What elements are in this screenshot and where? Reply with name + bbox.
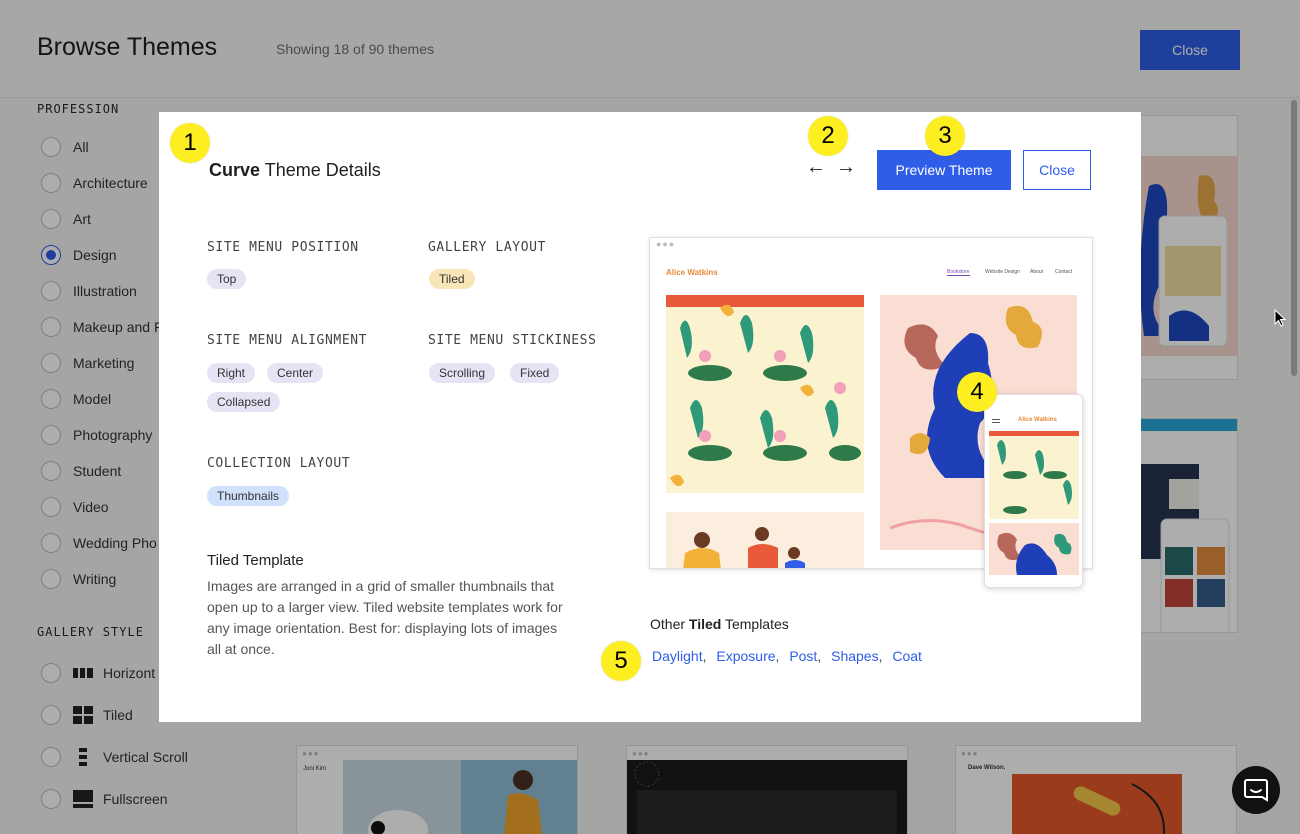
other-title-layout: Tiled	[688, 616, 722, 632]
chip-collapsed: Collapsed	[207, 392, 281, 412]
chat-support-button[interactable]	[1232, 766, 1280, 814]
annotation-badge-1: 1	[170, 123, 210, 163]
modal-close-button[interactable]: Close	[1023, 150, 1091, 190]
other-templates-links: Daylight, Exposure, Post, Shapes, Coat	[652, 648, 922, 664]
title-suffix: Theme Details	[260, 160, 381, 180]
template-link-post[interactable]: Post	[789, 648, 817, 664]
scrollbar-thumb[interactable]	[1291, 100, 1297, 376]
chip-tiled: Tiled	[429, 269, 475, 289]
preview-theme-button[interactable]: Preview Theme	[877, 150, 1011, 190]
link-separator: ,	[702, 648, 707, 664]
mobile-preview[interactable]: Alice Watkins	[984, 394, 1083, 588]
layout-description-title: Tiled Template	[207, 552, 304, 569]
other-title-prefix: Other	[650, 616, 689, 632]
template-link-daylight[interactable]: Daylight	[652, 648, 703, 664]
theme-details-modal: Curve Theme Details ← → Preview Theme Cl…	[159, 112, 1141, 722]
chip-thumbnails: Thumbnails	[207, 486, 290, 506]
link-separator: ,	[878, 648, 883, 664]
annotation-badge-3: 3	[925, 116, 965, 156]
chip-scrolling: Scrolling	[429, 363, 496, 383]
chip-top: Top	[207, 269, 247, 289]
link-separator: ,	[775, 648, 780, 664]
annotation-badge-2: 2	[808, 116, 848, 156]
gallery-layout-label: GALLERY LAYOUT	[428, 240, 546, 255]
other-templates-title: Other Tiled Templates	[650, 616, 789, 632]
chat-icon	[1244, 779, 1268, 802]
template-link-coat[interactable]: Coat	[892, 648, 922, 664]
chip-center: Center	[267, 363, 324, 383]
annotation-badge-5: 5	[601, 641, 641, 681]
site-menu-position-label: SITE MENU POSITION	[207, 240, 359, 255]
collection-layout-label: COLLECTION LAYOUT	[207, 456, 351, 471]
link-separator: ,	[817, 648, 822, 664]
mouse-cursor-icon	[1274, 309, 1286, 327]
chip-right: Right	[207, 363, 256, 383]
annotation-badge-4: 4	[957, 372, 997, 412]
modal-title: Curve Theme Details	[209, 160, 381, 181]
layout-description-text: Images are arranged in a grid of smaller…	[207, 578, 563, 657]
next-theme-arrow-icon[interactable]: →	[836, 156, 856, 179]
chip-fixed: Fixed	[510, 363, 560, 383]
mobile-preview-image	[989, 419, 1079, 575]
template-link-shapes[interactable]: Shapes	[831, 648, 878, 664]
previous-theme-arrow-icon[interactable]: ←	[806, 156, 826, 179]
theme-name: Curve	[209, 160, 261, 180]
site-menu-alignment-label: SITE MENU ALIGNMENT	[207, 333, 368, 348]
other-title-suffix: Templates	[721, 616, 789, 632]
site-menu-stickiness-label: SITE MENU STICKINESS	[428, 333, 597, 348]
template-link-exposure[interactable]: Exposure	[716, 648, 775, 664]
